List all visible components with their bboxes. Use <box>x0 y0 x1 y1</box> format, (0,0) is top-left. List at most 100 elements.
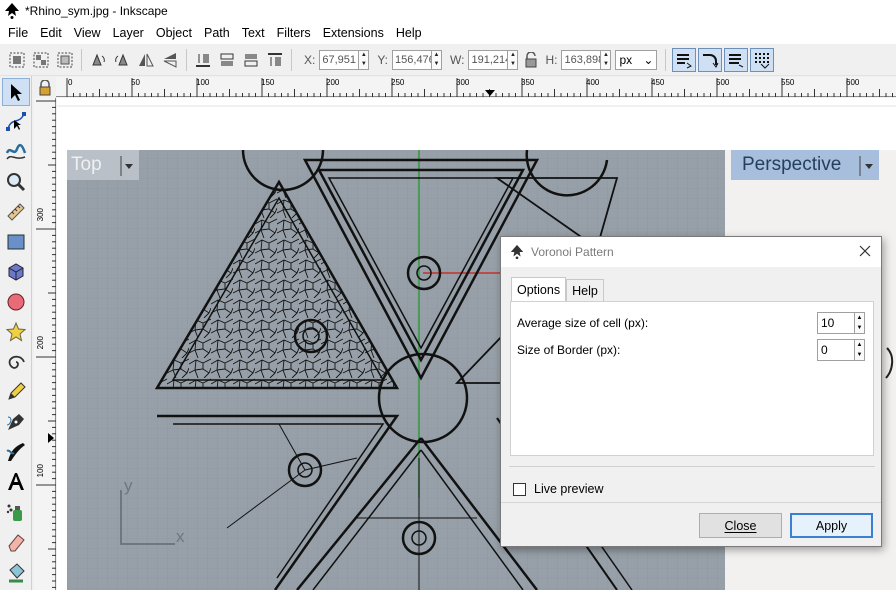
top-viewport-label[interactable]: Top <box>71 154 102 176</box>
tab-help[interactable]: Help <box>566 279 604 301</box>
ruler-label: 100 <box>196 78 210 87</box>
spiral-tool-icon[interactable] <box>2 348 30 376</box>
pointer-marker-icon <box>485 90 495 96</box>
live-preview-toggle[interactable]: Live preview <box>513 482 603 496</box>
zoom-tool-icon[interactable] <box>2 168 30 196</box>
tweak-tool-icon[interactable] <box>2 138 30 166</box>
select-all-layers-icon[interactable] <box>30 49 52 71</box>
dialog-tabs: Options Help <box>511 277 604 301</box>
dialog-title-bar[interactable]: Voronoi Pattern <box>501 237 881 267</box>
h-field: H: 163,898 ▲ ▼ <box>545 49 612 70</box>
tool-controls-bar: X: 67,951 ▲ ▼ Y: 156,476 ▲ ▼ W: 191,214 ▲ ▼… <box>0 44 896 76</box>
ruler-label: 300 <box>456 78 470 87</box>
live-preview-checkbox[interactable] <box>513 482 526 496</box>
lock-guides-icon[interactable] <box>34 78 56 98</box>
menu-extensions[interactable]: Extensions <box>317 22 390 44</box>
axis-x-label: x <box>176 527 185 546</box>
ruler-label: 0 <box>68 78 73 87</box>
y-input[interactable]: 156,476 <box>392 49 433 70</box>
menu-file[interactable]: File <box>2 22 34 44</box>
ruler-label: 550 <box>781 78 795 87</box>
rotate-cw-icon[interactable] <box>111 49 133 71</box>
live-preview-label: Live preview <box>534 482 604 496</box>
menu-view[interactable]: View <box>68 22 107 44</box>
options-panel: Average size of cell (px): 10 ▲ ▼ Size of… <box>510 301 874 456</box>
move-gradients-icon[interactable] <box>724 47 749 72</box>
chevron-down-icon: ⌄ <box>643 52 654 67</box>
border-size-spinner[interactable]: ▲ ▼ <box>855 339 865 361</box>
inkscape-logo-icon <box>510 244 524 260</box>
pencil-tool-icon[interactable] <box>2 378 30 406</box>
raise-to-top-icon[interactable] <box>264 49 286 71</box>
node-tool-icon[interactable] <box>2 108 30 136</box>
ruler-label: 100 <box>36 464 45 478</box>
menu-path[interactable]: Path <box>198 22 236 44</box>
dialog-title: Voronoi Pattern <box>531 245 614 259</box>
h-spinner[interactable]: ▲ ▼ <box>601 49 612 70</box>
spray-tool-icon[interactable] <box>2 498 30 526</box>
y-field: Y: 156,476 ▲ ▼ <box>377 49 443 70</box>
apply-button[interactable]: Apply <box>790 513 873 538</box>
scale-stroke-icon[interactable] <box>672 47 697 72</box>
toolbox <box>0 76 32 590</box>
star-tool-icon[interactable] <box>2 318 30 346</box>
flip-horizontal-icon[interactable] <box>135 49 157 71</box>
measure-tool-icon[interactable] <box>2 198 30 226</box>
w-spinner[interactable]: ▲ ▼ <box>508 49 519 70</box>
lower-icon[interactable] <box>216 49 238 71</box>
w-input[interactable]: 191,214 <box>468 49 509 70</box>
x-input[interactable]: 67,951 <box>319 49 360 70</box>
avg-cell-input[interactable]: 10 <box>817 312 855 334</box>
y-spinner[interactable]: ▲ ▼ <box>432 49 443 70</box>
axis-y-label: y <box>124 476 133 495</box>
ruler-label: 250 <box>391 78 405 87</box>
tab-options[interactable]: Options <box>511 277 567 301</box>
menu-layer[interactable]: Layer <box>107 22 150 44</box>
text-tool-icon[interactable] <box>2 468 30 496</box>
select-all-icon[interactable] <box>6 49 28 71</box>
ruler-label: 50 <box>131 78 140 87</box>
x-spinner[interactable]: ▲ ▼ <box>359 49 370 70</box>
inkscape-logo-icon <box>5 3 19 19</box>
close-button[interactable]: Close <box>699 513 782 538</box>
ellipse-tool-icon[interactable] <box>2 288 30 316</box>
unit-select[interactable]: px ⌄ <box>615 49 658 70</box>
menu-help[interactable]: Help <box>390 22 428 44</box>
menu-edit[interactable]: Edit <box>34 22 68 44</box>
calligraphy-tool-icon[interactable] <box>2 438 30 466</box>
rectangle-tool-icon[interactable] <box>2 228 30 256</box>
lock-ratio-icon[interactable] <box>520 49 542 71</box>
h-input[interactable]: 163,898 <box>561 49 602 70</box>
menu-filters[interactable]: Filters <box>271 22 317 44</box>
menu-text[interactable]: Text <box>236 22 271 44</box>
ruler-label: 500 <box>716 78 730 87</box>
ruler-label: 200 <box>326 78 340 87</box>
perspective-viewport-label[interactable]: Perspective <box>742 154 841 176</box>
move-patterns-icon[interactable] <box>750 47 775 72</box>
paint-bucket-tool-icon[interactable] <box>2 558 30 586</box>
rotate-ccw-icon[interactable] <box>87 49 109 71</box>
3d-box-tool-icon[interactable] <box>2 258 30 286</box>
horizontal-ruler[interactable]: 0 50 100 150 200 250 300 350 400 450 500… <box>56 77 896 97</box>
eraser-tool-icon[interactable] <box>2 528 30 556</box>
lower-to-bottom-icon[interactable] <box>192 49 214 71</box>
menu-object[interactable]: Object <box>150 22 198 44</box>
vertical-ruler[interactable]: 300 200 100 <box>34 98 56 590</box>
scale-corners-icon[interactable] <box>698 47 723 72</box>
raise-icon[interactable] <box>240 49 262 71</box>
inkscape-window: *Rhino_sym.jpg - Inkscape File Edit View… <box>0 0 896 590</box>
pointer-marker-icon <box>48 433 54 443</box>
border-size-label: Size of Border (px): <box>517 343 621 357</box>
window-title: *Rhino_sym.jpg - Inkscape <box>25 4 168 18</box>
ruler-label: 200 <box>36 336 45 350</box>
border-size-input[interactable]: 0 <box>817 339 855 361</box>
ruler-label: 600 <box>846 78 860 87</box>
selector-tool-icon[interactable] <box>2 78 30 106</box>
flip-vertical-icon[interactable] <box>159 49 181 71</box>
deselect-icon[interactable] <box>54 49 76 71</box>
pen-tool-icon[interactable] <box>2 408 30 436</box>
avg-cell-spinner[interactable]: ▲ ▼ <box>855 312 865 334</box>
close-icon[interactable] <box>857 243 873 259</box>
voronoi-pattern-dialog: Voronoi Pattern Options Help Average siz… <box>500 236 882 547</box>
ruler-label: 150 <box>261 78 275 87</box>
